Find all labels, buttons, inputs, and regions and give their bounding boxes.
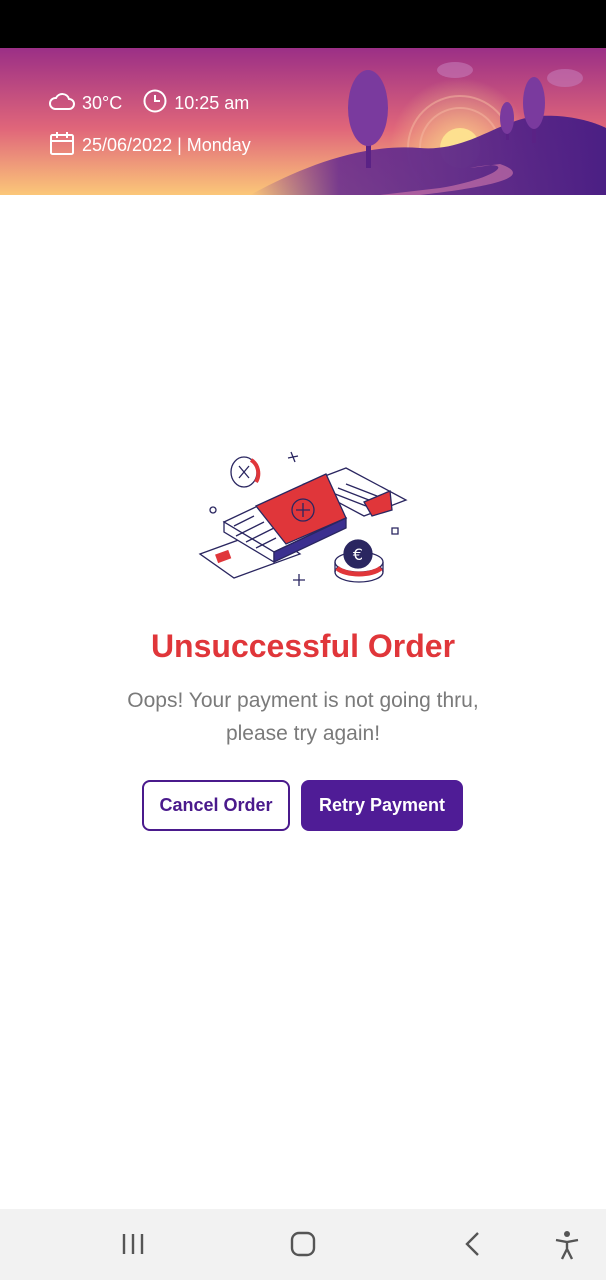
temperature-text: 30°C bbox=[82, 93, 123, 113]
order-status-title: Unsuccessful Order bbox=[150, 628, 456, 664]
error-message: Oops! Your payment is not going thru, pl… bbox=[103, 684, 503, 750]
weather: 30°C bbox=[48, 89, 122, 118]
calendar-icon bbox=[48, 130, 82, 161]
clock-icon bbox=[142, 88, 174, 119]
sunset-landscape-illustration bbox=[0, 48, 606, 195]
cancel-order-button[interactable]: Cancel Order bbox=[142, 780, 290, 831]
clock: 10:25 am bbox=[142, 88, 249, 119]
status-bar bbox=[0, 0, 606, 48]
error-message-line2: please try again! bbox=[225, 722, 381, 745]
retry-payment-button[interactable]: Retry Payment bbox=[301, 780, 463, 831]
date-row: 25/06/2022 | Monday bbox=[48, 130, 271, 161]
svg-text:€: € bbox=[353, 545, 363, 564]
error-message-line1: Oops! Your payment is not going thru, bbox=[127, 689, 479, 712]
recent-apps-icon[interactable] bbox=[120, 1229, 146, 1264]
date-text: 25/06/2022 | Monday bbox=[82, 135, 251, 155]
header-banner: 30°C 10:25 am 25/06/2022 | Monday bbox=[0, 48, 606, 195]
back-icon[interactable] bbox=[460, 1229, 486, 1264]
weather-time-row: 30°C 10:25 am bbox=[48, 88, 269, 119]
date: 25/06/2022 | Monday bbox=[48, 130, 251, 161]
system-navigation-bar bbox=[0, 1209, 606, 1280]
cloud-icon bbox=[48, 89, 82, 118]
accessibility-icon[interactable] bbox=[552, 1229, 582, 1266]
payment-failed-illustration: € bbox=[198, 451, 408, 586]
time-text: 10:25 am bbox=[174, 93, 250, 113]
home-icon[interactable] bbox=[288, 1229, 318, 1264]
